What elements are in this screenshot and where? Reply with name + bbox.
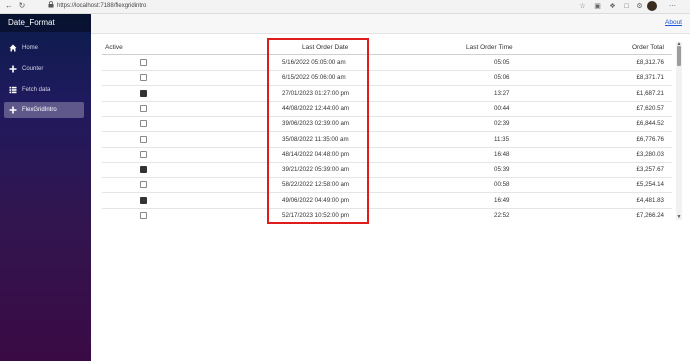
order-total-cell[interactable]: £6,844.52 bbox=[636, 120, 664, 127]
sidebar-item-label: Counter bbox=[22, 66, 44, 72]
active-checkbox[interactable] bbox=[140, 89, 147, 97]
last-order-date-cell[interactable]: 27/01/2023 01:27:00 pm bbox=[282, 90, 349, 97]
column-header-active[interactable]: Active bbox=[105, 44, 123, 51]
active-checkbox[interactable] bbox=[140, 166, 147, 174]
active-checkbox[interactable] bbox=[140, 74, 147, 82]
sidebar-item-label: FlexGridIntro bbox=[22, 107, 57, 113]
last-order-time-cell[interactable]: 05:06 bbox=[494, 74, 509, 81]
plus-icon bbox=[9, 106, 17, 114]
order-total-cell[interactable]: £6,776.76 bbox=[636, 136, 664, 143]
reload-icon[interactable]: ↻ bbox=[17, 1, 27, 11]
column-header-order-total[interactable]: Order Total bbox=[632, 44, 664, 51]
last-order-date-cell[interactable]: 58/22/2022 12:58:00 am bbox=[282, 181, 349, 188]
last-order-date-cell[interactable]: 5/16/2022 05:05:00 am bbox=[282, 59, 346, 66]
back-icon[interactable]: ← bbox=[4, 1, 14, 11]
list-icon bbox=[9, 86, 17, 94]
table-row[interactable]: 48/14/2022 04:48:00 pm 16:48 £3,280.03 bbox=[102, 147, 672, 163]
active-checkbox[interactable] bbox=[140, 59, 147, 66]
table-row[interactable]: 58/22/2022 12:58:00 am 00:58 £5,254.14 bbox=[102, 177, 672, 194]
sidebar-item-counter[interactable]: Counter bbox=[4, 61, 84, 77]
last-order-time-cell[interactable]: 00:58 bbox=[494, 181, 509, 188]
brand-title[interactable]: Date_Format bbox=[0, 14, 91, 32]
table-row[interactable]: 35/08/2022 11:35:00 am 11:35 £6,776.76 bbox=[102, 132, 672, 148]
profile-avatar[interactable] bbox=[647, 1, 657, 11]
table-row[interactable]: 39/21/2022 05:39:00 am 05:39 £3,257.67 bbox=[102, 162, 672, 179]
last-order-time-cell[interactable]: 22:52 bbox=[494, 212, 509, 219]
sidebar: Date_Format Home Counter Fetch data Flex… bbox=[0, 14, 91, 361]
address-bar[interactable]: https://localhost:7188/flexgridintro bbox=[48, 1, 568, 12]
active-checkbox[interactable] bbox=[140, 181, 147, 189]
about-link[interactable]: About bbox=[665, 19, 682, 26]
table-row[interactable]: 39/06/2023 02:39:00 am 02:39 £6,844.52 bbox=[102, 116, 672, 133]
settings-icon[interactable]: ⚙ bbox=[635, 2, 644, 11]
last-order-date-cell[interactable]: 35/08/2022 11:35:00 am bbox=[282, 136, 349, 143]
active-checkbox[interactable] bbox=[140, 104, 147, 112]
active-checkbox[interactable] bbox=[140, 120, 147, 128]
last-order-time-cell[interactable]: 05:39 bbox=[494, 166, 509, 173]
order-total-cell[interactable]: £7,266.24 bbox=[636, 212, 664, 219]
order-total-cell[interactable]: £8,371.71 bbox=[636, 74, 664, 81]
column-header-last-order-date[interactable]: Last Order Date bbox=[302, 44, 348, 51]
last-order-time-cell[interactable]: 00:44 bbox=[494, 105, 509, 112]
last-order-time-cell[interactable]: 05:05 bbox=[494, 59, 509, 66]
table-row[interactable]: 6/15/2022 05:06:00 am 05:06 £8,371.71 bbox=[102, 70, 672, 87]
sidebar-item-flexgridintro[interactable]: FlexGridIntro bbox=[4, 102, 84, 118]
sidebar-item-home[interactable]: Home bbox=[4, 40, 84, 56]
order-total-cell[interactable]: £7,620.57 bbox=[636, 105, 664, 112]
url-text: https://localhost:7188/flexgridintro bbox=[57, 3, 147, 9]
scroll-thumb[interactable] bbox=[677, 46, 681, 66]
sidebar-item-fetch-data[interactable]: Fetch data bbox=[4, 82, 84, 98]
order-total-cell[interactable]: £5,254.14 bbox=[636, 181, 664, 188]
last-order-date-cell[interactable]: 44/08/2022 12:44:00 am bbox=[282, 105, 349, 112]
table-row[interactable]: 52/17/2023 10:52:00 pm 22:52 £7,266.24 bbox=[102, 208, 672, 220]
sidebar-item-label: Home bbox=[22, 45, 39, 51]
active-checkbox[interactable] bbox=[140, 150, 147, 158]
table-row[interactable]: 27/01/2023 01:27:00 pm 13:27 £1,687.21 bbox=[102, 86, 672, 102]
last-order-time-cell[interactable]: 16:49 bbox=[494, 197, 509, 204]
top-row: About bbox=[91, 14, 690, 34]
sidebar-item-label: Fetch data bbox=[22, 87, 51, 93]
extensions-icon[interactable]: □ bbox=[622, 2, 631, 11]
order-total-cell[interactable]: £1,687.21 bbox=[636, 90, 664, 97]
last-order-date-cell[interactable]: 49/06/2022 04:49:00 pm bbox=[282, 197, 349, 204]
last-order-time-cell[interactable]: 13:27 bbox=[494, 90, 509, 97]
active-checkbox[interactable] bbox=[140, 135, 147, 143]
tab-icon[interactable]: ▣ bbox=[593, 2, 602, 11]
order-total-cell[interactable]: £4,481.83 bbox=[636, 197, 664, 204]
last-order-time-cell[interactable]: 02:39 bbox=[494, 120, 509, 127]
order-total-cell[interactable]: £3,280.03 bbox=[636, 151, 664, 158]
order-total-cell[interactable]: £3,257.67 bbox=[636, 166, 664, 173]
table-row[interactable]: 5/16/2022 05:05:00 am 05:05 £8,312.76 bbox=[102, 55, 672, 71]
home-icon bbox=[9, 44, 17, 52]
last-order-date-cell[interactable]: 52/17/2023 10:52:00 pm bbox=[282, 212, 349, 219]
last-order-date-cell[interactable]: 39/06/2023 02:39:00 am bbox=[282, 120, 349, 127]
active-checkbox[interactable] bbox=[140, 212, 147, 219]
flex-grid[interactable]: Active Last Order Date Last Order Time O… bbox=[102, 40, 680, 220]
active-checkbox[interactable] bbox=[140, 196, 147, 204]
browser-toolbar: ← ↻ https://localhost:7188/flexgridintro… bbox=[0, 0, 690, 14]
last-order-time-cell[interactable]: 11:35 bbox=[494, 136, 509, 143]
collections-icon[interactable]: ❖ bbox=[608, 2, 617, 11]
scroll-down-icon[interactable]: ▼ bbox=[676, 215, 682, 220]
last-order-date-cell[interactable]: 39/21/2022 05:39:00 am bbox=[282, 166, 349, 173]
favorites-icon[interactable]: ☆ bbox=[578, 2, 587, 11]
last-order-date-cell[interactable]: 6/15/2022 05:06:00 am bbox=[282, 74, 346, 81]
table-row[interactable]: 49/06/2022 04:49:00 pm 16:49 £4,481.83 bbox=[102, 193, 672, 209]
last-order-time-cell[interactable]: 16:48 bbox=[494, 151, 509, 158]
grid-scrollbar[interactable]: ▲ ▼ bbox=[676, 42, 682, 220]
last-order-date-cell[interactable]: 48/14/2022 04:48:00 pm bbox=[282, 151, 349, 158]
table-row[interactable]: 44/08/2022 12:44:00 am 00:44 £7,620.57 bbox=[102, 101, 672, 117]
column-header-last-order-time[interactable]: Last Order Time bbox=[466, 44, 513, 51]
grid-header: Active Last Order Date Last Order Time O… bbox=[102, 40, 672, 55]
order-total-cell[interactable]: £8,312.76 bbox=[636, 59, 664, 66]
plus-icon bbox=[9, 65, 17, 73]
lock-icon bbox=[48, 1, 54, 8]
more-icon[interactable]: ⋯ bbox=[668, 2, 677, 11]
